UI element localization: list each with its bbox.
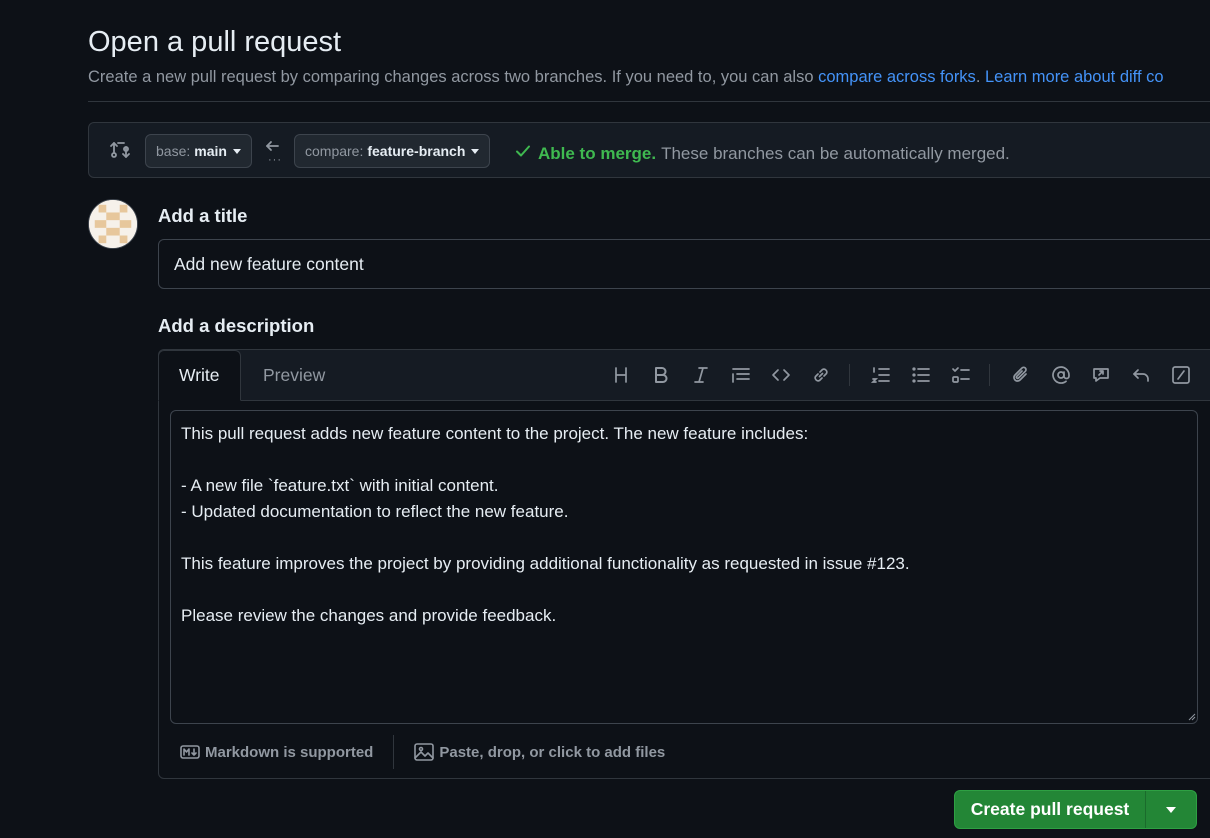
quote-icon[interactable]: [729, 363, 753, 387]
description-textarea[interactable]: This pull request adds new feature conte…: [170, 410, 1198, 724]
footer-divider: [393, 735, 395, 769]
link-icon[interactable]: [809, 363, 833, 387]
base-branch-name: main: [194, 143, 227, 159]
page-subtitle: Create a new pull request by comparing c…: [88, 68, 1164, 87]
tab-preview[interactable]: Preview: [243, 350, 345, 400]
markdown-note: Markdown is supported: [205, 743, 374, 761]
editor-header: Write Preview: [158, 350, 1210, 401]
attach-icon[interactable]: [1009, 363, 1033, 387]
merge-status: Able to merge. These branches can be aut…: [514, 142, 1010, 165]
create-options-dropdown[interactable]: [1145, 791, 1196, 828]
image-icon: [414, 743, 435, 761]
add-files-button[interactable]: Paste, drop, or click to add files: [414, 743, 665, 761]
editor-footer: Markdown is supported Paste, drop, or cl…: [159, 734, 1210, 770]
header-divider: [88, 101, 1210, 102]
tab-write[interactable]: Write: [158, 350, 241, 401]
undo-icon[interactable]: [1129, 363, 1153, 387]
subtitle-text: Create a new pull request by comparing c…: [88, 68, 819, 86]
description-label: Add a description: [158, 315, 315, 336]
toolbar-separator: [989, 364, 990, 386]
create-pull-request-button[interactable]: Create pull request: [955, 791, 1145, 828]
base-branch-select[interactable]: base: main: [145, 134, 252, 168]
heading-icon[interactable]: [609, 363, 633, 387]
bold-icon[interactable]: [649, 363, 673, 387]
title-input[interactable]: [158, 239, 1210, 289]
base-label: base:: [156, 143, 191, 159]
title-label: Add a title: [158, 205, 248, 226]
slash-commands-icon[interactable]: [1169, 363, 1193, 387]
toolbar-separator: [849, 364, 850, 386]
page-title: Open a pull request: [88, 26, 342, 58]
reference-icon[interactable]: [1089, 363, 1113, 387]
ellipsis-icon: ···: [268, 154, 282, 166]
numbered-list-icon[interactable]: [869, 363, 893, 387]
avatar: [88, 199, 138, 249]
resize-handle-icon[interactable]: [1188, 713, 1196, 721]
merge-ok-text: Able to merge.: [538, 143, 657, 163]
task-list-icon[interactable]: [949, 363, 973, 387]
compare-across-forks-link[interactable]: compare across forks: [818, 68, 976, 86]
check-icon: [514, 142, 532, 165]
code-icon[interactable]: [769, 363, 793, 387]
create-pull-request-split-button: Create pull request: [954, 790, 1197, 829]
markdown-link[interactable]: Markdown is supported: [180, 744, 373, 761]
mention-icon[interactable]: [1049, 363, 1073, 387]
compare-branch-select[interactable]: compare: feature-branch: [294, 134, 491, 168]
compare-label: compare:: [305, 143, 364, 159]
chevron-down-icon: [232, 148, 241, 154]
markdown-icon: [180, 745, 200, 759]
compare-branch-name: feature-branch: [367, 143, 466, 159]
learn-more-diff-link[interactable]: Learn more about diff co: [985, 68, 1164, 86]
branch-range-bar: base: main ··· compare: feature-branch Abl…: [88, 122, 1210, 178]
subtitle-separator: .: [975, 68, 985, 86]
merge-note-text: These branches can be automatically merg…: [661, 143, 1010, 163]
italic-icon[interactable]: [689, 363, 713, 387]
attach-note: Paste, drop, or click to add files: [439, 743, 666, 761]
chevron-down-icon: [471, 148, 480, 154]
compare-arrows-icon: [109, 139, 131, 161]
unordered-list-icon[interactable]: [909, 363, 933, 387]
description-editor: Write Preview This pull request adds new…: [158, 349, 1210, 779]
chevron-down-icon: [1166, 806, 1176, 813]
